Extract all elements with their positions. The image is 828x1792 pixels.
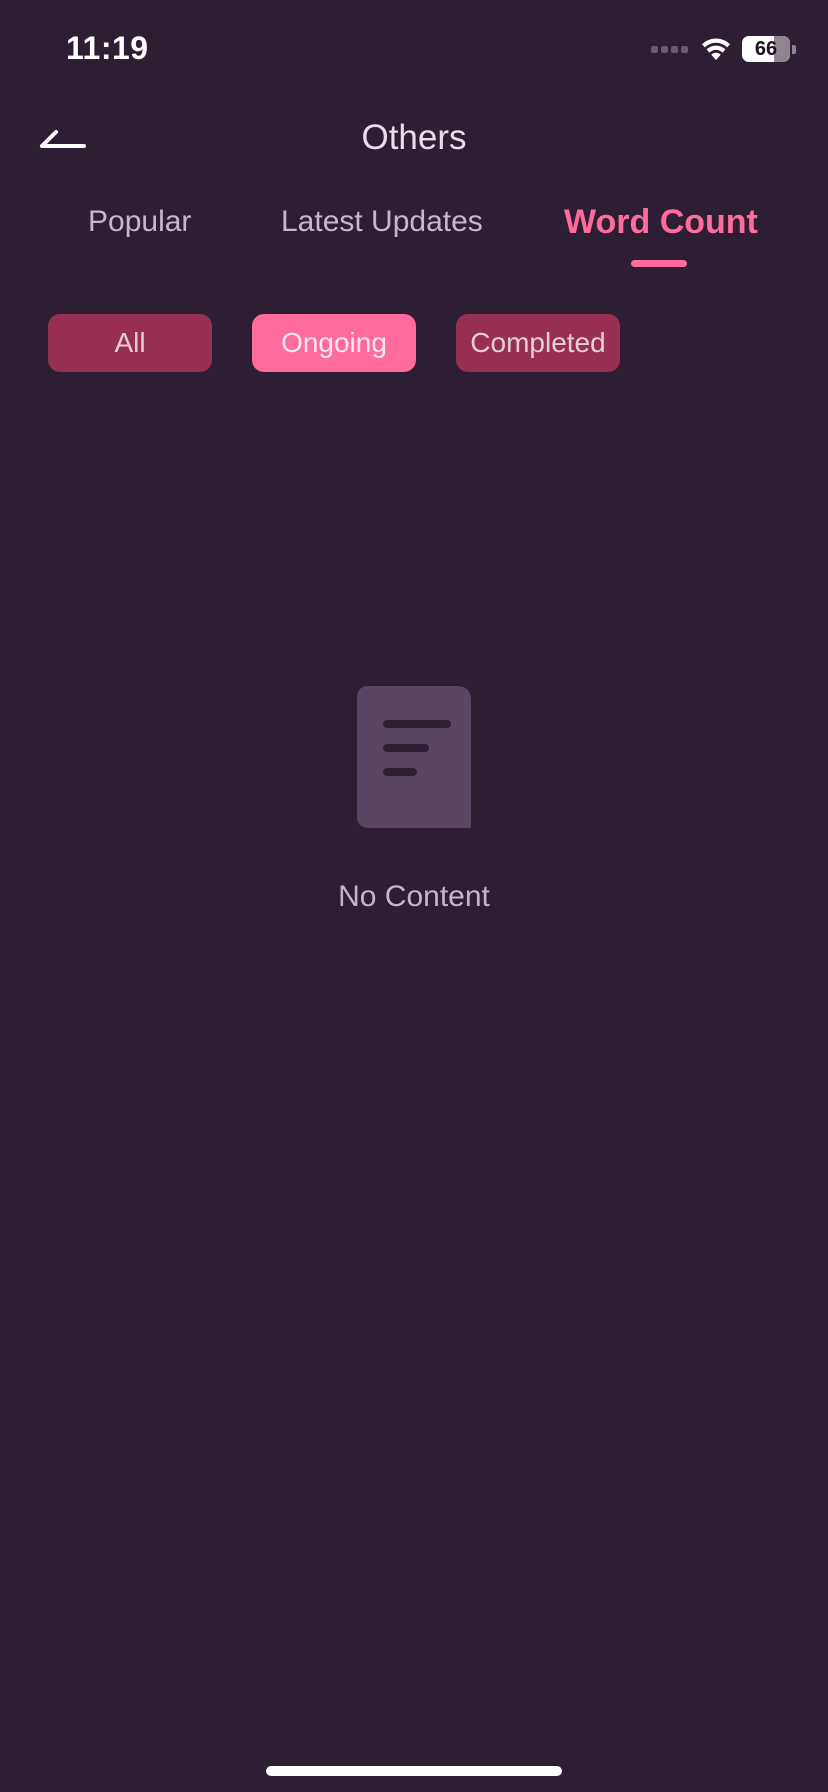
- filter-completed-button[interactable]: Completed: [456, 314, 620, 372]
- wifi-icon: [702, 38, 730, 60]
- filter-all-button[interactable]: All: [48, 314, 212, 372]
- empty-state: No Content: [0, 686, 828, 926]
- status-indicators: 66: [651, 34, 796, 64]
- active-tab-indicator: [631, 260, 687, 267]
- battery-level: 66: [754, 38, 778, 60]
- status-filters: All Ongoing Completed: [0, 314, 828, 372]
- screen: 11:19 66 Others Popular Latest Updates W…: [0, 0, 828, 1792]
- battery-cap: [792, 44, 796, 54]
- tab-bar: Popular Latest Updates Word Count: [0, 203, 828, 275]
- status-bar: 11:19 66: [0, 0, 828, 100]
- page-title: Others: [361, 118, 467, 157]
- cellular-signal-icon: [651, 45, 688, 53]
- battery-icon: 66: [742, 36, 790, 62]
- tab-popular[interactable]: Popular: [88, 205, 191, 239]
- status-time: 11:19: [66, 30, 149, 66]
- home-indicator[interactable]: [266, 1766, 562, 1776]
- empty-state-message: No Content: [338, 880, 490, 913]
- header: Others: [0, 100, 828, 180]
- tab-latest-updates[interactable]: Latest Updates: [281, 205, 483, 239]
- document-icon: [357, 686, 471, 828]
- filter-ongoing-button[interactable]: Ongoing: [252, 314, 416, 372]
- tab-word-count[interactable]: Word Count: [564, 203, 758, 242]
